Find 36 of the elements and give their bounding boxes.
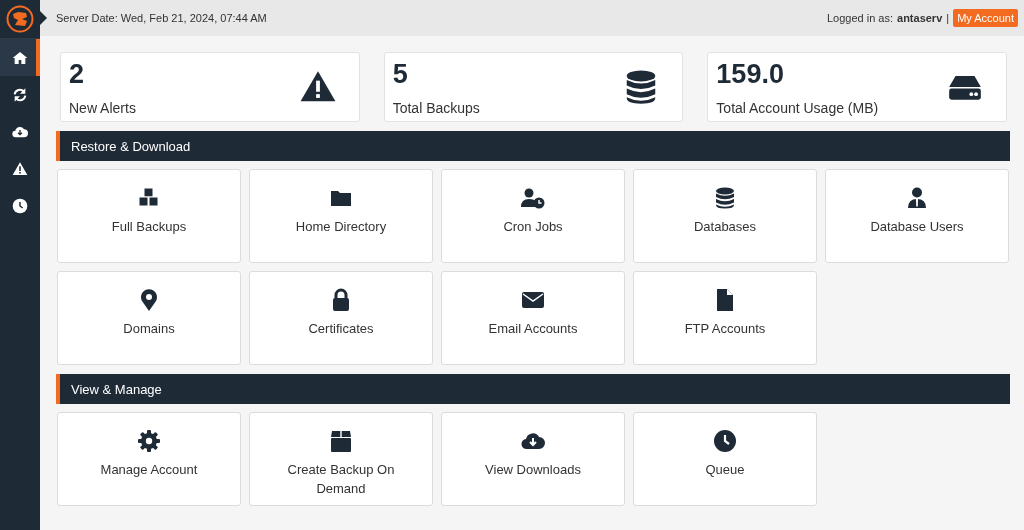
stat-label: New Alerts	[69, 99, 136, 116]
section-header: Restore & Download	[56, 131, 1010, 161]
home-icon	[12, 49, 28, 66]
separator: |	[946, 12, 950, 24]
stat-value: 5	[392, 58, 408, 89]
username: antaserv	[897, 12, 943, 24]
tile-button[interactable]: Email Accounts	[441, 271, 625, 365]
tile-button[interactable]: Create Backup On Demand	[249, 412, 433, 506]
tile-button[interactable]: Database Users	[825, 169, 1009, 263]
stat-value: 2	[69, 58, 85, 89]
tile-button[interactable]: Certificates	[249, 271, 433, 365]
warning-icon	[12, 160, 28, 177]
tile-button[interactable]: Full Backups	[57, 169, 241, 263]
tile-button[interactable]: Databases	[633, 169, 817, 263]
logo-icon[interactable]	[6, 5, 34, 33]
tile-button[interactable]: FTP Accounts	[633, 271, 817, 365]
sidebar-item[interactable]	[0, 39, 40, 76]
clock-icon	[12, 197, 28, 214]
database-icon	[713, 186, 737, 210]
stat-label: Total Account Usage (MB)	[716, 99, 879, 116]
tile-button[interactable]: Queue	[633, 412, 817, 506]
user-clock-icon	[521, 186, 545, 210]
tile-button[interactable]: Manage Account	[57, 412, 241, 506]
tile-button[interactable]: Home Directory	[249, 169, 433, 263]
box-icon	[329, 429, 353, 453]
tile-button[interactable]: Cron Jobs	[441, 169, 625, 263]
tile-button[interactable]: View Downloads	[441, 412, 625, 506]
section-header: View & Manage	[56, 374, 1010, 404]
clock-icon	[713, 429, 737, 453]
refresh-icon	[12, 86, 28, 103]
server-date: Server Date: Wed, Feb 21, 2024, 07:44 AM	[56, 12, 267, 24]
tile-button[interactable]: Domains	[57, 271, 241, 365]
logged-in-label: Logged in as:	[826, 12, 893, 24]
user-tie-icon	[905, 186, 929, 210]
stat-value: 159.0	[716, 58, 784, 89]
stat-label: Total Backups	[392, 99, 480, 116]
